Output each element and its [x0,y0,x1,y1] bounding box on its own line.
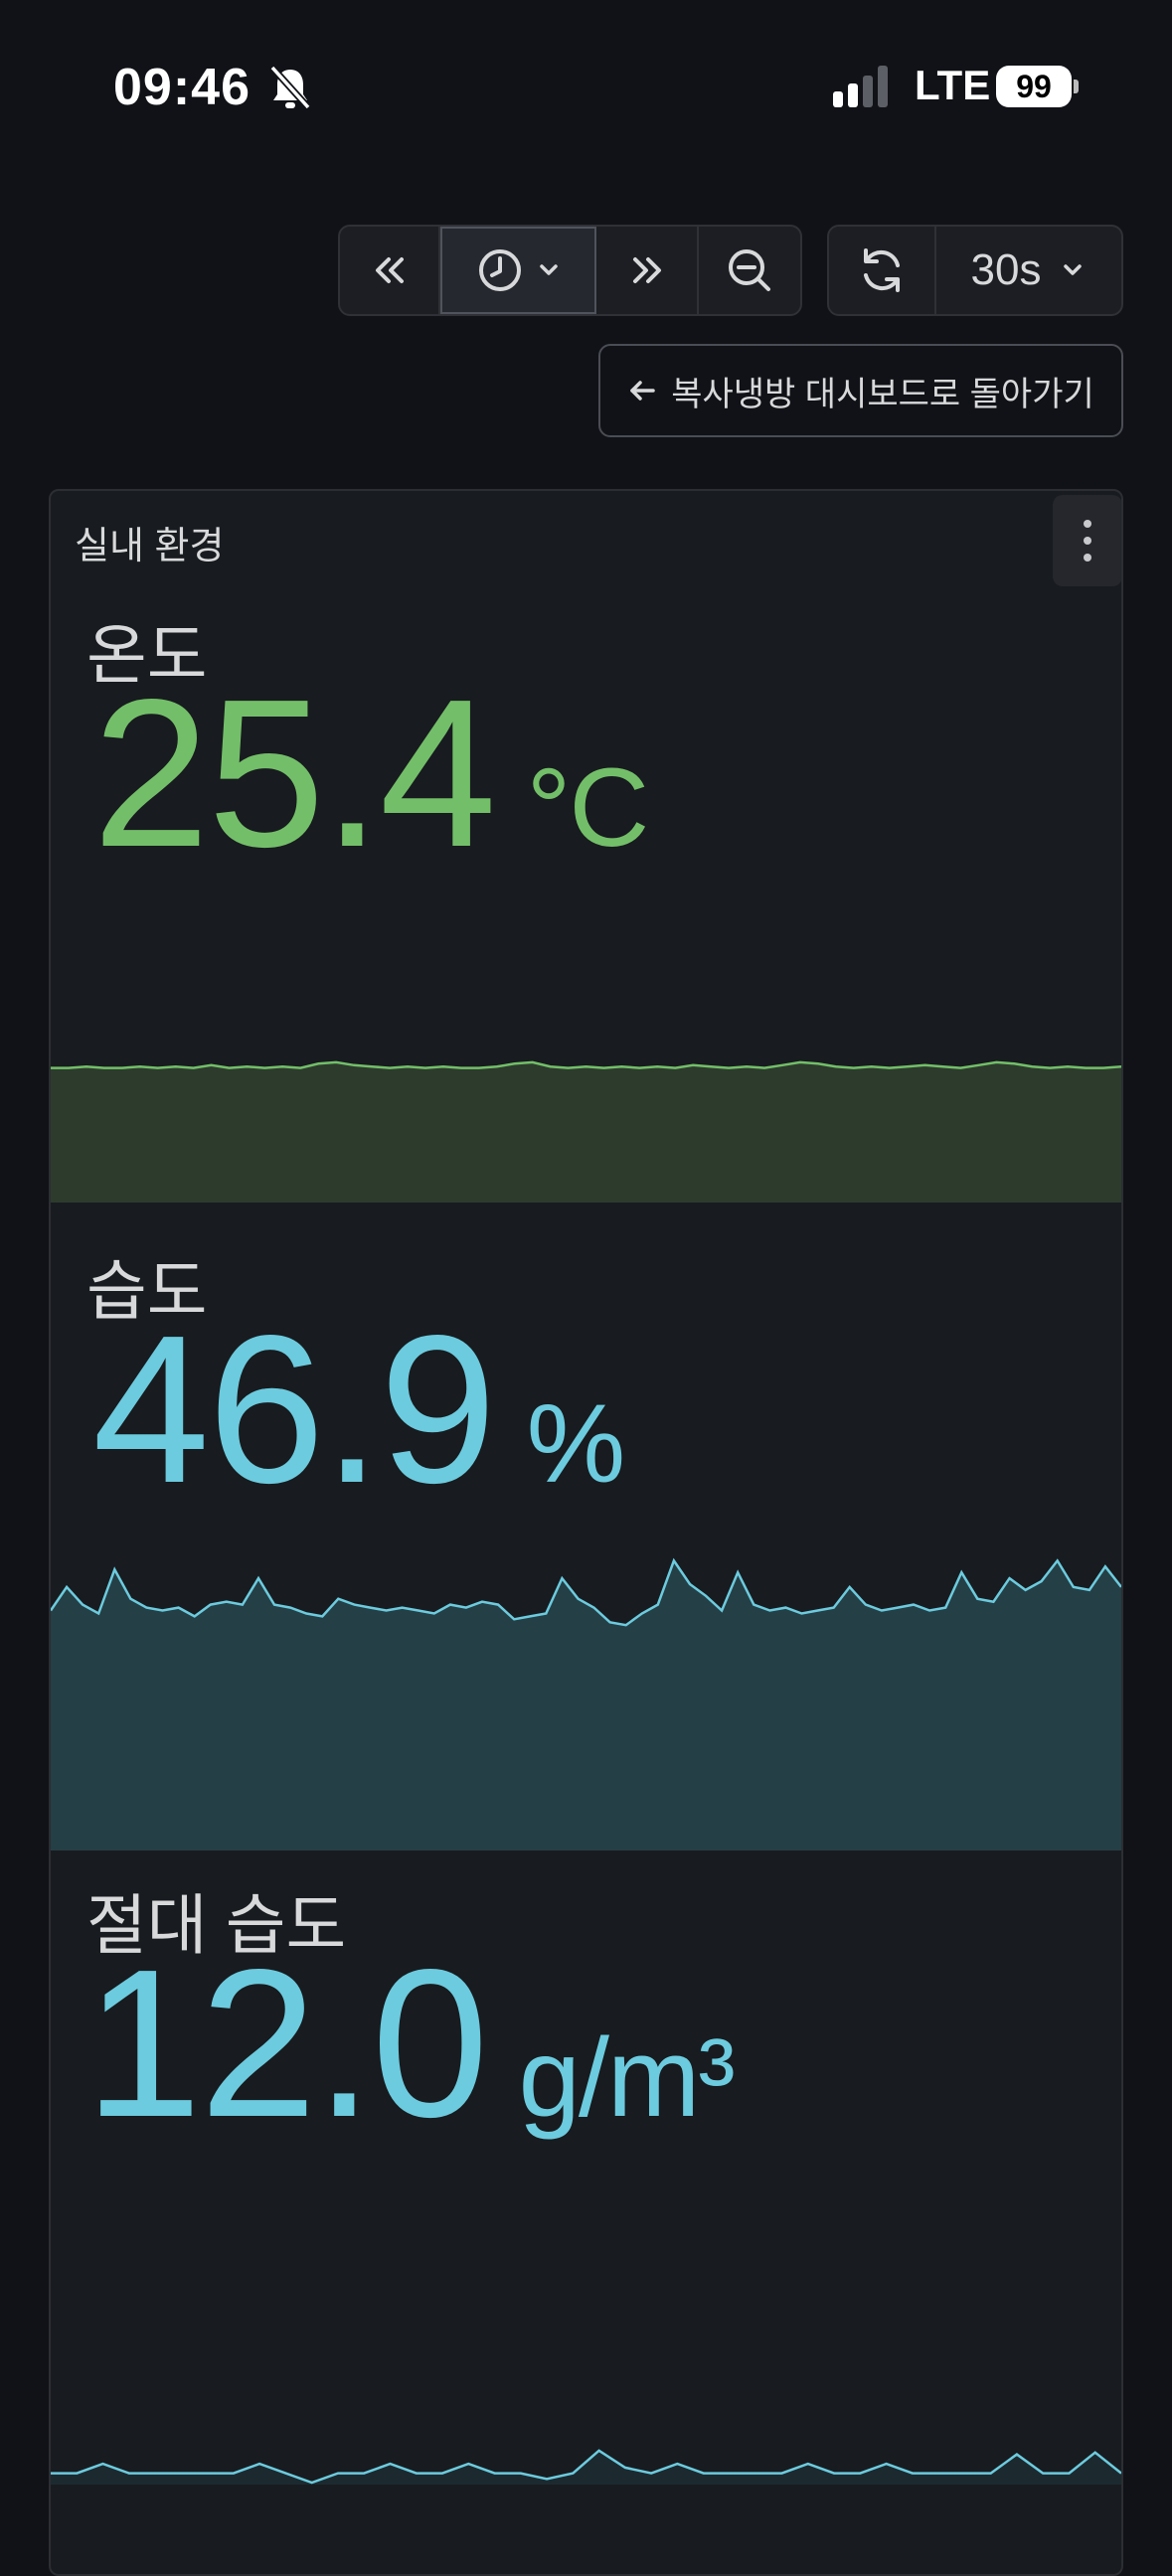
zoom-out-icon [729,249,770,291]
time-range-controls [338,225,802,316]
sparkline-humidity [51,1557,1121,1851]
stat-humidity: 습도 46.9% [51,1238,1121,1851]
chevron-down-icon [1064,264,1083,275]
stat-absolute-humidity: 절대 습도 12.0 g/m³ [51,1872,1121,2528]
stat-unit: % [526,1381,626,1506]
stat-value: 25.4 °C [92,652,650,894]
stat-value: 12.0 g/m³ [84,1922,736,2165]
chevron-down-icon [539,264,558,275]
refresh-interval-value: 30s [970,245,1042,294]
stat-temperature: 온도 25.4 °C [51,602,1121,1203]
sparkline-temperature [51,1060,1121,1203]
stat-unit: g/m³ [518,2015,736,2140]
battery-level: 99 [996,66,1072,107]
arrow-left-icon [630,381,655,401]
stat-number: 12.0 [84,1925,489,2161]
refresh-icon [864,248,900,292]
clock-icon [478,249,521,291]
bell-muted-icon [269,65,311,110]
chevron-double-right-icon [632,257,661,283]
indoor-environment-panel: 실내 환경 온도 25.4 °C 습도 46.9% 절대 습도 12.0 g/m³ [49,489,1123,2576]
menu-dot-icon [1084,520,1091,528]
sparkline-area [51,2450,1121,2485]
back-to-dashboard-button[interactable]: 복사냉방 대시보드로 돌아가기 [598,344,1123,437]
menu-dot-icon [1084,537,1091,545]
shift-time-back-button[interactable] [340,227,440,314]
network-type: LTE [915,62,991,108]
sparkline-absolute-humidity [51,2449,1121,2485]
cellular-signal-icon [833,66,888,107]
battery-nub [1074,80,1079,93]
chevron-double-left-icon [375,257,404,283]
refresh-controls: 30s [827,225,1123,316]
shift-time-forward-button[interactable] [596,227,699,314]
panel-menu-button[interactable] [1053,495,1121,586]
menu-dot-icon [1084,554,1091,562]
status-time: 09:46 [113,59,251,116]
stat-value: 46.9% [92,1288,626,1530]
panel-title: 실내 환경 [75,526,225,567]
refresh-button[interactable] [829,227,936,314]
stat-unit: °C [526,745,650,870]
refresh-interval-picker[interactable]: 30s [936,227,1121,314]
sparkline-area [51,1061,1121,1203]
back-to-dashboard-label: 복사냉방 대시보드로 돌아가기 [671,375,1094,413]
time-picker-button[interactable] [440,227,596,314]
stat-number: 46.9 [92,1291,497,1527]
stat-number: 25.4 [92,655,497,890]
zoom-out-button[interactable] [699,227,800,314]
